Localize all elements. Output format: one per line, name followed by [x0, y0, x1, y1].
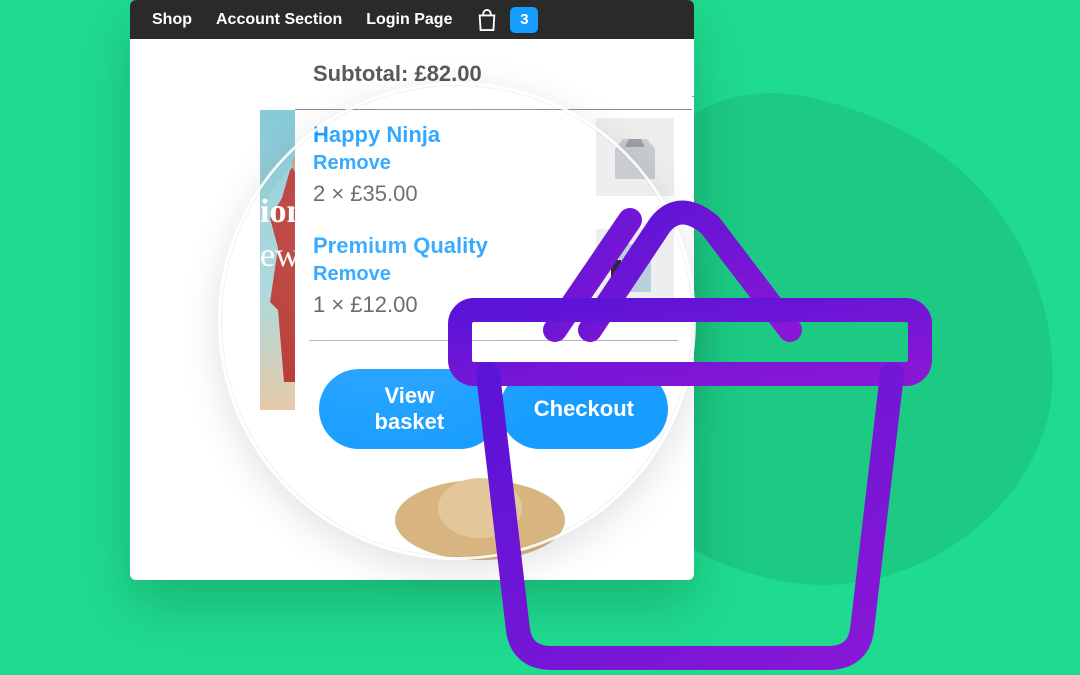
- screenshot-card: Shop Account Section Login Page 3 ion to…: [130, 0, 694, 580]
- checkout-button[interactable]: Checkout: [500, 369, 668, 449]
- cart-item: Happy Ninja Remove 2 × £35.00: [295, 110, 692, 221]
- cart-item: Premium Quality Remove 1 × £12.00: [295, 221, 692, 332]
- cart-count-badge: 3: [510, 7, 538, 33]
- view-basket-button[interactable]: View basket: [319, 369, 500, 449]
- poster-icon: [605, 238, 665, 298]
- cart-item-thumb: [596, 229, 674, 307]
- top-navbar: Shop Account Section Login Page 3: [130, 0, 694, 39]
- cart-dropdown: Subtotal: £82.00 Happy Ninja Remove 2 × …: [295, 39, 692, 477]
- cart-buttons-row: View basket Checkout: [295, 341, 692, 477]
- subtotal-row: Subtotal: £82.00: [295, 39, 692, 110]
- nav-cart[interactable]: 3: [476, 7, 538, 33]
- cart-item-thumb: [596, 118, 674, 196]
- shopping-bag-icon: [476, 8, 498, 32]
- nav-shop[interactable]: Shop: [152, 11, 192, 29]
- subtotal-label: Subtotal:: [313, 61, 408, 86]
- hoodie-icon: [605, 127, 665, 187]
- hero-person-hat-image: [370, 460, 570, 580]
- nav-login[interactable]: Login Page: [366, 11, 452, 29]
- subtotal-value: £82.00: [414, 61, 481, 86]
- nav-account[interactable]: Account Section: [216, 11, 342, 29]
